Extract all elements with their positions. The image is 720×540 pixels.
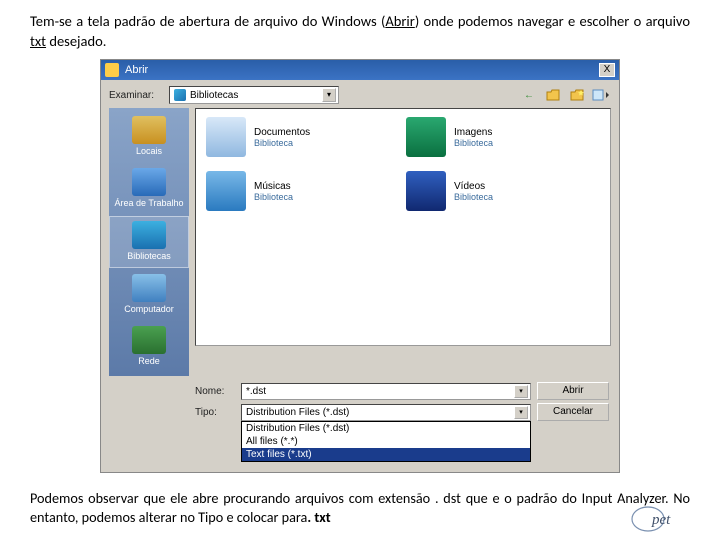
chevron-down-icon[interactable]: ▾: [514, 406, 528, 419]
filename-combo[interactable]: *.dst ▾: [241, 383, 531, 400]
open-button[interactable]: Abrir: [537, 382, 609, 400]
places-sidebar: Locais Área de Trabalho Bibliotecas Comp…: [109, 108, 189, 376]
filetype-dropdown: Distribution Files (*.dst) All files (*.…: [241, 421, 531, 462]
svg-text:pet: pet: [651, 512, 671, 528]
dialog-title: Abrir: [125, 64, 599, 76]
file-list-pane[interactable]: DocumentosBiblioteca ImagensBiblioteca M…: [195, 108, 611, 346]
up-one-level-icon[interactable]: [543, 86, 563, 104]
computer-icon: [132, 274, 166, 302]
pictures-library-icon: [406, 117, 446, 157]
word-txt: txt: [30, 32, 46, 50]
views-icon[interactable]: [591, 86, 611, 104]
sidebar-item-bibliotecas[interactable]: Bibliotecas: [109, 216, 189, 268]
recent-places-icon: [132, 116, 166, 144]
videos-library-icon: [406, 171, 446, 211]
library-documentos[interactable]: DocumentosBiblioteca: [206, 117, 366, 157]
filetype-label: Tipo:: [195, 407, 235, 418]
desktop-icon: [132, 168, 166, 196]
filetype-value: Distribution Files (*.dst): [246, 407, 349, 418]
back-icon[interactable]: ←: [519, 86, 539, 104]
close-button[interactable]: X: [599, 63, 615, 77]
dialog-titlebar: Abrir X: [101, 60, 619, 80]
outro-paragraph: Podemos observar que ele abre procurando…: [0, 481, 720, 531]
library-musicas[interactable]: MúsicasBiblioteca: [206, 171, 366, 211]
documents-library-icon: [206, 117, 246, 157]
libraries-side-icon: [132, 221, 166, 249]
cancel-button[interactable]: Cancelar: [537, 403, 609, 421]
bold-ext-txt: . txt: [307, 508, 330, 526]
look-in-row: Examinar: Bibliotecas ▾ ←: [101, 80, 619, 108]
look-in-value: Bibliotecas: [190, 90, 238, 101]
sidebar-item-rede[interactable]: Rede: [109, 322, 189, 372]
chevron-down-icon[interactable]: ▾: [322, 88, 336, 102]
libraries-icon: [174, 89, 186, 101]
network-icon: [132, 326, 166, 354]
chevron-down-icon[interactable]: ▾: [514, 385, 528, 398]
look-in-combo[interactable]: Bibliotecas ▾: [169, 86, 339, 104]
filetype-option-dst[interactable]: Distribution Files (*.dst): [242, 422, 530, 435]
sidebar-item-computador[interactable]: Computador: [109, 270, 189, 320]
intro-paragraph: Tem-se a tela padrão de abertura de arqu…: [0, 0, 720, 59]
new-folder-icon[interactable]: [567, 86, 587, 104]
filetype-option-txt[interactable]: Text files (*.txt): [242, 448, 530, 461]
music-library-icon: [206, 171, 246, 211]
sidebar-item-locais[interactable]: Locais: [109, 112, 189, 162]
filetype-option-all[interactable]: All files (*.*): [242, 435, 530, 448]
library-imagens[interactable]: ImagensBiblioteca: [406, 117, 566, 157]
folder-open-icon: [105, 63, 119, 77]
open-file-dialog: Abrir X Examinar: Bibliotecas ▾ ← L: [100, 59, 620, 473]
filetype-combo[interactable]: Distribution Files (*.dst) ▾ Distributio…: [241, 404, 531, 421]
word-abrir: Abrir: [385, 12, 414, 30]
dialog-toolbar: ←: [519, 86, 611, 104]
library-videos[interactable]: VídeosBiblioteca: [406, 171, 566, 211]
pet-logo-icon: pet: [630, 504, 690, 536]
dialog-bottom: Nome: *.dst ▾ Abrir Tipo: Distribution F…: [101, 380, 619, 472]
sidebar-item-desktop[interactable]: Área de Trabalho: [109, 164, 189, 214]
filename-value: *.dst: [246, 386, 266, 397]
look-in-label: Examinar:: [109, 90, 163, 101]
filename-label: Nome:: [195, 386, 235, 397]
